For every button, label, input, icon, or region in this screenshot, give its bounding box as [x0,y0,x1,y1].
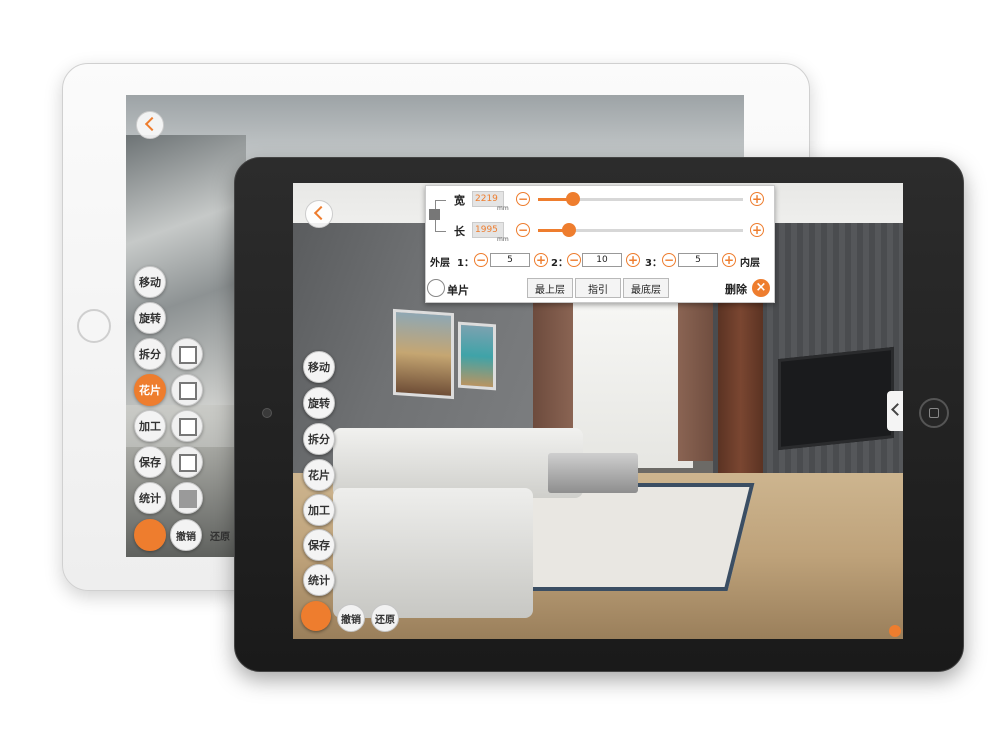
width-slider[interactable] [538,192,743,206]
status-dot [889,625,901,637]
scene-coffee-table [548,453,638,493]
save-button[interactable]: 保存 [134,446,166,478]
pattern-square-icon[interactable] [171,410,203,442]
width-label: 宽 [454,194,465,207]
layer-2-label: 2： [551,258,568,269]
pattern-settings-panel: 宽 2219 mm − + 长 1995 mm − + 外层 1： − 5 + … [425,185,775,303]
delete-label: 删除 [725,283,747,296]
layer-3-plus-button[interactable]: + [722,253,736,267]
layer-1-input[interactable]: 5 [490,253,530,267]
front-tablet-screen: 移动 旋转 拆分 花片 加工 保存 统计 撤销 还原 宽 2219 mm − +… [293,183,903,639]
tile-swatch [429,209,440,220]
undo-button[interactable]: 撤销 [170,519,202,551]
back-arrow-icon[interactable] [305,200,333,228]
color-button[interactable] [301,601,331,631]
color-button[interactable] [134,519,166,551]
single-piece-label: 单片 [447,284,469,297]
move-button[interactable]: 移动 [134,266,166,298]
length-unit: mm [497,236,509,243]
split-button[interactable]: 拆分 [303,423,335,455]
pattern-square-icon[interactable] [171,374,203,406]
scene-painting [393,308,454,400]
length-label: 长 [454,225,465,238]
pattern-square-icon[interactable] [171,446,203,478]
front-tablet: 移动 旋转 拆分 花片 加工 保存 统计 撤销 还原 宽 2219 mm − +… [234,157,964,672]
delete-close-icon[interactable]: × [752,279,770,297]
outer-layer-label: 外层 [430,258,450,269]
layer-2-minus-button[interactable]: − [567,253,581,267]
width-minus-button[interactable]: − [516,192,530,206]
home-button[interactable] [77,309,111,343]
guide-button[interactable]: 指引 [575,278,621,298]
pattern-button[interactable]: 花片 [134,374,166,406]
back-arrow-icon[interactable] [136,111,164,139]
scene-sofa [333,488,533,618]
square-outline-icon [179,454,197,472]
scene-curtain [678,301,718,461]
layer-3-label: 3： [645,258,662,269]
pattern-button[interactable]: 花片 [303,459,335,491]
width-unit: mm [497,205,509,212]
length-slider[interactable] [538,223,743,237]
bottom-layer-button[interactable]: 最底层 [623,278,669,298]
length-minus-button[interactable]: − [516,223,530,237]
width-plus-button[interactable]: + [750,192,764,206]
length-plus-button[interactable]: + [750,223,764,237]
statistics-button[interactable]: 统计 [134,482,166,514]
camera [262,408,272,418]
layer-3-input[interactable]: 5 [678,253,718,267]
square-filled-icon [179,490,197,508]
square-outline-icon [179,418,197,436]
length-slider-thumb[interactable] [561,223,576,237]
save-button[interactable]: 保存 [303,529,335,561]
scene-painting [458,321,496,391]
rotate-button[interactable]: 旋转 [134,302,166,334]
undo-button[interactable]: 撤销 [337,604,365,632]
layer-1-plus-button[interactable]: + [534,253,548,267]
scene-tv [778,346,894,451]
layer-3-minus-button[interactable]: − [662,253,676,267]
home-button[interactable] [919,398,949,428]
expand-panel-icon[interactable] [887,391,903,431]
pattern-square-icon[interactable] [171,338,203,370]
process-button[interactable]: 加工 [134,410,166,442]
process-button[interactable]: 加工 [303,494,335,526]
square-outline-icon [179,346,197,364]
layer-2-input[interactable]: 10 [582,253,622,267]
statistics-button[interactable]: 统计 [303,564,335,596]
square-outline-icon [179,382,197,400]
restore-button[interactable]: 还原 [204,519,236,551]
layer-1-minus-button[interactable]: − [474,253,488,267]
pattern-filled-icon[interactable] [171,482,203,514]
inner-layer-label: 内层 [740,258,760,269]
single-piece-radio[interactable] [427,279,445,297]
rotate-button[interactable]: 旋转 [303,387,335,419]
top-layer-button[interactable]: 最上层 [527,278,573,298]
layer-1-label: 1： [457,258,474,269]
restore-button[interactable]: 还原 [371,604,399,632]
width-slider-thumb[interactable] [565,192,580,206]
layer-2-plus-button[interactable]: + [626,253,640,267]
move-button[interactable]: 移动 [303,351,335,383]
split-button[interactable]: 拆分 [134,338,166,370]
